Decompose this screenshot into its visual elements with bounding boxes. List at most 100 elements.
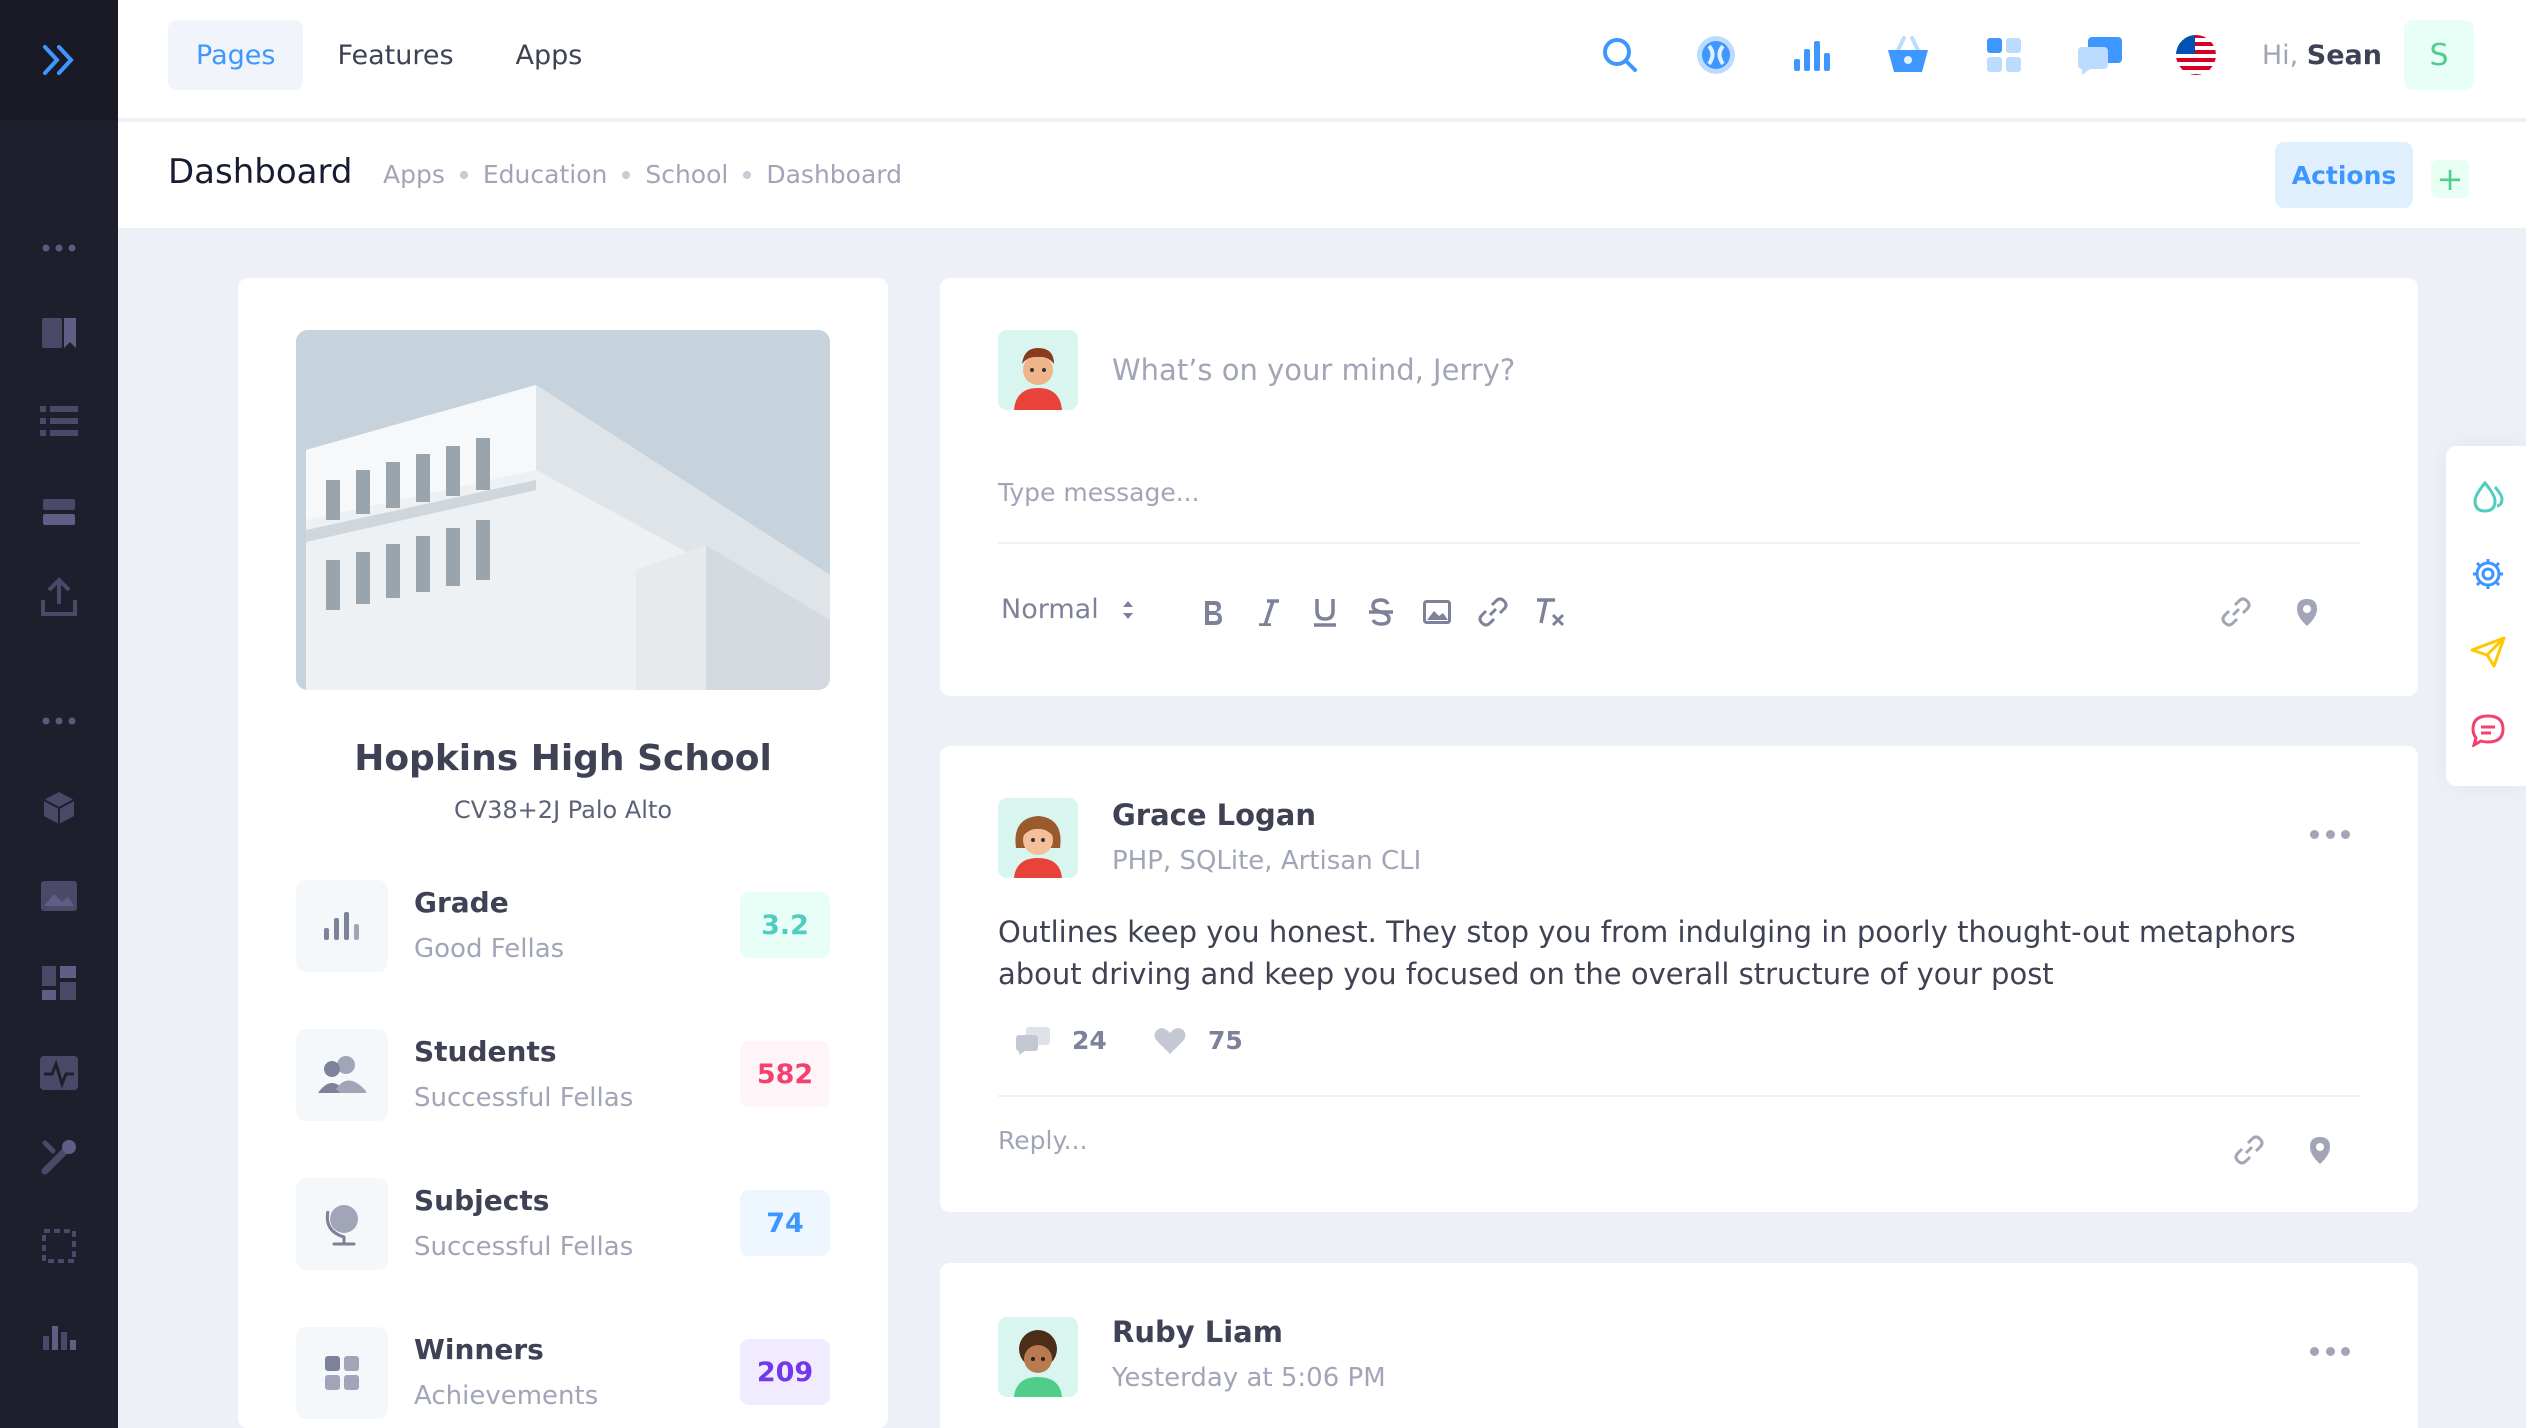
post-author[interactable]: Grace Logan (1112, 798, 1316, 832)
left-rail (0, 0, 118, 1428)
chart-bar-icon (296, 880, 388, 972)
likes-count: 75 (1208, 1026, 1243, 1055)
reply-input[interactable]: Reply... (998, 1126, 1088, 1155)
likes-button[interactable]: 75 (1154, 1026, 1243, 1055)
theme-drops-icon[interactable] (2460, 468, 2516, 524)
user-avatar[interactable]: S (2404, 20, 2474, 90)
divider (998, 1095, 2360, 1097)
side-toolbar (2446, 446, 2526, 786)
stat-subtitle: Good Fellas (414, 934, 565, 964)
double-chevron-right-icon[interactable] (41, 43, 77, 77)
school-name: Hopkins High School (354, 738, 772, 779)
settings-gear-icon[interactable] (2460, 546, 2516, 602)
stat-title: Subjects (414, 1184, 550, 1217)
breadcrumb-item-apps[interactable]: Apps (383, 160, 445, 189)
stat-subtitle: Achievements (414, 1381, 599, 1411)
post-subtitle: PHP, SQLite, Artisan CLI (1112, 846, 1422, 876)
stat-winners: Winners Achievements 209 (296, 1327, 830, 1419)
stat-badge: 209 (740, 1339, 830, 1405)
comments-button[interactable]: 24 (1016, 1026, 1107, 1055)
clear-format-icon[interactable] (1529, 592, 1569, 632)
breadcrumb: Apps Education School Dashboard (383, 160, 902, 189)
breadcrumb-separator (743, 170, 752, 179)
format-select[interactable]: Normal (1001, 594, 1135, 625)
users-icon (296, 1029, 388, 1121)
search-icon[interactable] (1572, 20, 1668, 90)
school-address: CV38+2J Palo Alto (453, 796, 673, 824)
globe-icon[interactable] (1668, 20, 1764, 90)
rail-chart-icon[interactable] (0, 1318, 118, 1352)
chart-bar-icon[interactable] (1764, 20, 1860, 90)
underline-icon[interactable] (1305, 592, 1345, 632)
location-pin-icon[interactable] (2287, 592, 2327, 632)
author-avatar (998, 798, 1078, 878)
stat-subtitle: Successful Fellas (414, 1083, 634, 1113)
rail-cube-icon[interactable] (0, 790, 118, 826)
rail-list-icon[interactable] (0, 406, 118, 436)
add-button[interactable]: + (2431, 160, 2469, 198)
bold-icon[interactable] (1193, 592, 1233, 632)
message-input[interactable]: Type message... (998, 478, 1200, 507)
rail-pulse-icon[interactable] (0, 1056, 118, 1090)
author-avatar (998, 1317, 1078, 1397)
rail-layout-icon[interactable] (0, 497, 118, 527)
rail-book-icon[interactable] (0, 316, 118, 350)
more-options-icon[interactable] (2310, 1345, 2350, 1357)
rail-upload-icon[interactable] (0, 576, 118, 618)
actions-button[interactable]: Actions (2275, 142, 2413, 208)
rail-select-icon[interactable] (0, 1228, 118, 1264)
strikethrough-icon[interactable] (1361, 592, 1401, 632)
menu-item-apps[interactable]: Apps (488, 20, 611, 90)
attach-link-icon[interactable] (2216, 592, 2256, 632)
user-greeting: Hi, Sean (2262, 40, 2382, 71)
page-title: Dashboard (168, 152, 353, 192)
breadcrumb-item-school[interactable]: School (645, 160, 728, 189)
rail-more-icon[interactable] (0, 244, 118, 252)
grid-icon (296, 1327, 388, 1419)
topbar-icons: Hi, Sean S (1572, 20, 2474, 90)
composer-avatar (998, 330, 1078, 410)
breadcrumb-item-education[interactable]: Education (483, 160, 607, 189)
menu-item-features[interactable]: Features (309, 20, 481, 90)
location-pin-icon[interactable] (2300, 1130, 2340, 1170)
rail-image-icon[interactable] (0, 880, 118, 912)
composer-prompt[interactable]: What’s on your mind, Jerry? (1112, 353, 1515, 387)
top-header: Pages Features Apps Hi, Sean S (118, 0, 2526, 120)
chat-icon[interactable] (2052, 20, 2148, 90)
stat-grade: Grade Good Fellas 3.2 (296, 880, 830, 972)
attach-link-icon[interactable] (2229, 1130, 2269, 1170)
rail-dashboard-icon[interactable] (0, 966, 118, 1000)
stat-students: Students Successful Fellas 582 (296, 1029, 830, 1121)
us-flag-icon[interactable] (2148, 20, 2244, 90)
post-card: Grace Logan PHP, SQLite, Artisan CLI Out… (940, 746, 2418, 1212)
stat-badge: 3.2 (740, 892, 830, 958)
user-name: Sean (2306, 39, 2382, 71)
post-card: Ruby Liam Yesterday at 5:06 PM (940, 1263, 2418, 1428)
greeting-prefix: Hi, (2261, 39, 2299, 71)
more-options-icon[interactable] (2310, 828, 2350, 840)
stat-badge: 582 (740, 1041, 830, 1107)
post-composer: What’s on your mind, Jerry? Type message… (940, 278, 2418, 696)
post-text: Outlines keep you honest. They stop you … (998, 915, 2296, 991)
menu-item-pages[interactable]: Pages (168, 20, 304, 90)
apps-grid-icon[interactable] (1956, 20, 2052, 90)
breadcrumb-separator (459, 170, 468, 179)
post-author[interactable]: Ruby Liam (1112, 1315, 1283, 1349)
stat-title: Winners (414, 1333, 544, 1366)
comment-icon (1016, 1026, 1050, 1055)
link-icon[interactable] (1473, 592, 1513, 632)
format-select-value: Normal (1001, 594, 1099, 625)
rail-more-icon-2[interactable] (0, 717, 118, 725)
select-arrows-icon (1122, 600, 1133, 619)
image-icon[interactable] (1417, 592, 1457, 632)
main-menu: Pages Features Apps (168, 20, 610, 90)
stat-title: Grade (414, 886, 509, 919)
help-chat-icon[interactable] (2460, 702, 2516, 758)
school-card: Hopkins High School CV38+2J Palo Alto Gr… (238, 278, 888, 1428)
send-plane-icon[interactable] (2460, 624, 2516, 680)
stat-subjects: Subjects Successful Fellas 74 (296, 1178, 830, 1270)
divider (998, 542, 2360, 544)
rail-tools-icon[interactable] (0, 1137, 118, 1177)
basket-icon[interactable] (1860, 20, 1956, 90)
italic-icon[interactable] (1249, 592, 1289, 632)
